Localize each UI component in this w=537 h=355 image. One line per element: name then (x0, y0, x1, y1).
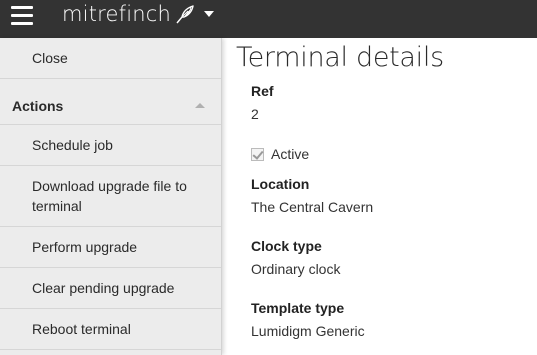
close-sidebar-button[interactable]: Close (0, 38, 221, 79)
ref-field: Ref 2 (251, 83, 274, 122)
actions-section-header[interactable]: Actions (0, 79, 221, 125)
page-title: Terminal details (236, 42, 444, 73)
clock-type-field: Clock type Ordinary clock (251, 238, 340, 277)
brand-name: mitrefinch (62, 2, 172, 26)
brand-dropdown[interactable]: mitrefinch (62, 1, 215, 27)
active-checkbox-row: Active (251, 146, 309, 162)
sidebar-item-download-upgrade[interactable]: Download upgrade file to terminal (0, 166, 221, 227)
template-type-field: Template type Lumidigm Generic (251, 300, 365, 339)
location-field: Location The Central Cavern (251, 176, 373, 215)
terminal-details-panel: Terminal details Ref 2 Active Location T… (236, 42, 537, 339)
chevron-down-icon (204, 11, 215, 17)
top-navbar: mitrefinch (0, 0, 537, 38)
location-value: The Central Cavern (251, 199, 374, 215)
ref-value: 2 (251, 106, 259, 122)
sidebar-item-reboot-terminal[interactable]: Reboot terminal (0, 309, 221, 350)
clock-type-value: Ordinary clock (251, 261, 341, 277)
hamburger-menu-icon[interactable] (11, 5, 35, 29)
template-type-value: Lumidigm Generic (251, 323, 365, 339)
sidebar-item-perform-upgrade[interactable]: Perform upgrade (0, 227, 221, 268)
sidebar-item-clear-pending-upgrade[interactable]: Clear pending upgrade (0, 268, 221, 309)
sidebar-item-schedule-job[interactable]: Schedule job (0, 125, 221, 166)
bird-quill-icon (174, 3, 196, 25)
actions-section-title: Actions (12, 97, 64, 114)
chevron-up-icon (195, 103, 205, 108)
actions-sidebar: Close Actions Schedule job Download upgr… (0, 38, 222, 355)
active-label: Active (271, 146, 310, 162)
location-label: Location (251, 176, 310, 192)
hamburger-bar (11, 14, 33, 17)
ref-label: Ref (251, 83, 274, 99)
template-type-label: Template type (251, 300, 345, 316)
clock-type-label: Clock type (251, 238, 322, 254)
hamburger-bar (11, 6, 33, 9)
hamburger-bar (11, 22, 33, 25)
active-checkbox (251, 147, 264, 161)
